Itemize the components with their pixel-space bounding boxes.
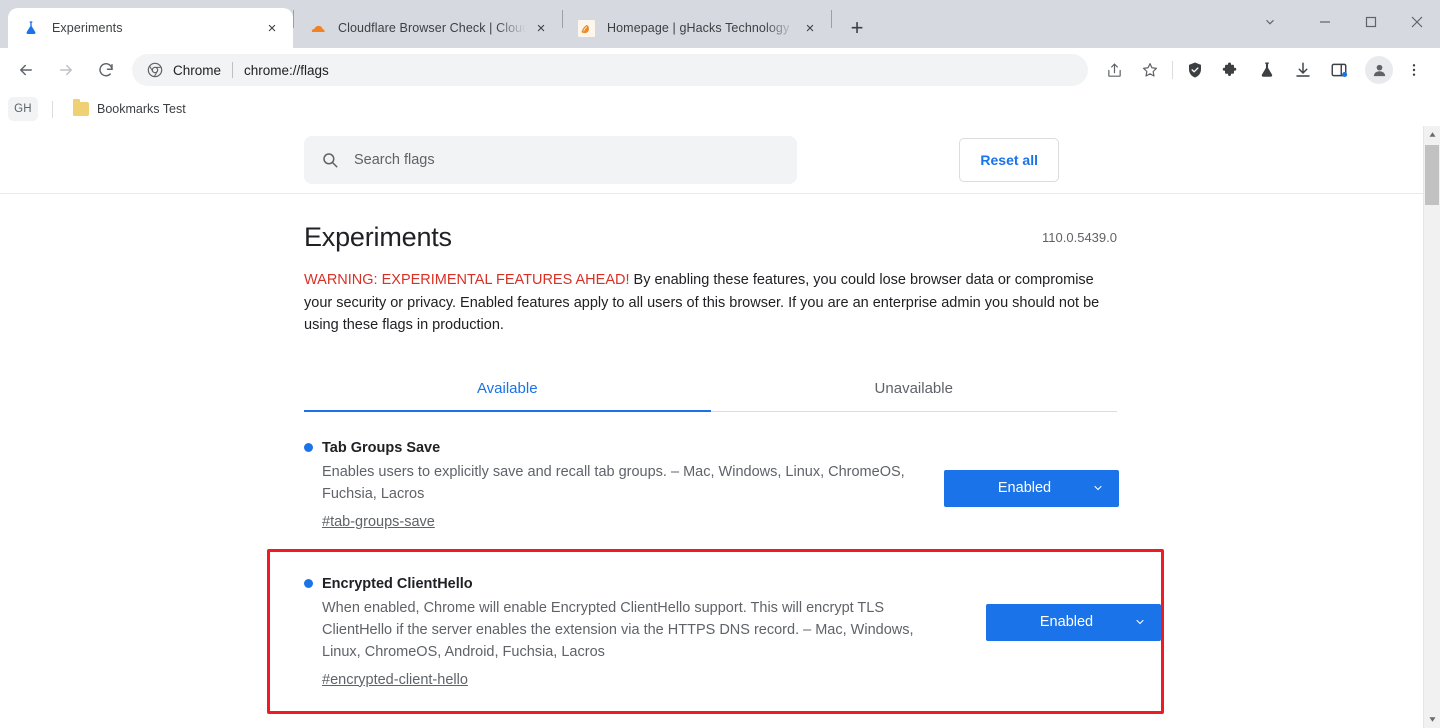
downloads-icon[interactable] — [1288, 55, 1318, 85]
forward-button[interactable] — [49, 53, 83, 87]
reload-button[interactable] — [89, 53, 123, 87]
scrollbar-thumb[interactable] — [1425, 145, 1439, 205]
reset-all-button[interactable]: Reset all — [959, 137, 1059, 182]
toolbar-actions — [1096, 55, 1432, 85]
cloudflare-icon — [308, 19, 326, 37]
chevron-down-icon — [1091, 482, 1105, 494]
chrome-version-label: 110.0.5439.0 — [1042, 230, 1117, 245]
flag-entry-encrypted-client-hello: Encrypted ClientHello When enabled, Chro… — [267, 548, 1164, 714]
tab-title: Experiments — [52, 21, 123, 35]
flag-text-block: Encrypted ClientHello When enabled, Chro… — [304, 576, 944, 689]
flags-body: Experiments 110.0.5439.0 WARNING: EXPERI… — [0, 194, 1423, 714]
browser-toolbar: Chrome chrome://flags — [0, 48, 1440, 92]
chrome-logo-icon — [146, 61, 164, 79]
back-button[interactable] — [9, 53, 43, 87]
scrollbar-up-arrow-icon[interactable] — [1424, 126, 1440, 143]
flag-state-select[interactable]: Enabled — [986, 603, 1161, 641]
flag-state-label: Enabled — [997, 480, 1052, 496]
extensions-puzzle-icon[interactable] — [1216, 55, 1246, 85]
tab-available[interactable]: Available — [304, 367, 711, 412]
browser-window: Experiments × Cloudflare Browser Check |… — [0, 0, 1440, 728]
page-viewport: Reset all Experiments 110.0.5439.0 WARNI… — [0, 126, 1440, 728]
flag-control: Enabled — [944, 440, 1119, 507]
search-flags-box[interactable] — [304, 135, 797, 184]
flags-content-column: Experiments 110.0.5439.0 WARNING: EXPERI… — [267, 194, 1164, 714]
flag-description: When enabled, Chrome will enable Encrypt… — [322, 599, 914, 660]
flag-title-row: Encrypted ClientHello — [304, 576, 944, 592]
window-controls — [1250, 0, 1440, 44]
folder-icon — [73, 99, 89, 116]
flag-state-select[interactable]: Enabled — [944, 469, 1119, 507]
chrome-flags-page: Reset all Experiments 110.0.5439.0 WARNI… — [0, 126, 1423, 728]
flag-description: Enables users to explicitly save and rec… — [322, 463, 905, 502]
minimize-icon[interactable] — [1302, 0, 1348, 44]
tab-title: Homepage | gHacks Technology — [607, 21, 790, 35]
chrome-menu-icon[interactable] — [1399, 55, 1429, 85]
new-tab-button[interactable]: + — [842, 13, 872, 43]
flask-experiments-icon[interactable] — [1252, 55, 1282, 85]
browser-tab-ghacks[interactable]: Homepage | gHacks Technology × — [563, 8, 831, 48]
ghacks-icon — [577, 19, 595, 37]
omnibox-url-text: chrome://flags — [244, 62, 329, 78]
close-window-icon[interactable] — [1394, 0, 1440, 44]
flag-text-block: Tab Groups Save Enables users to explici… — [304, 440, 944, 531]
flag-state-label: Enabled — [1039, 614, 1094, 630]
flag-entry-list: Tab Groups Save Enables users to explici… — [267, 412, 1164, 714]
tab-strip: Experiments × Cloudflare Browser Check |… — [0, 0, 1440, 48]
maximize-icon[interactable] — [1348, 0, 1394, 44]
search-input[interactable] — [354, 151, 781, 168]
flag-name: Encrypted ClientHello — [322, 575, 473, 592]
tab-title: Cloudflare Browser Check | Cloud — [338, 21, 526, 35]
flags-search-row: Reset all — [0, 126, 1423, 194]
bookmark-item-bookmarks-test[interactable]: Bookmarks Test — [65, 96, 194, 122]
flag-control: Enabled — [986, 576, 1161, 641]
bookmark-label: Bookmarks Test — [97, 102, 186, 116]
side-panel-icon[interactable] — [1324, 55, 1354, 85]
toolbar-divider — [1172, 61, 1173, 79]
bookmarks-bar: GH Bookmarks Test — [0, 92, 1440, 126]
flag-title-row: Tab Groups Save — [304, 440, 944, 456]
experimental-warning-text: WARNING: EXPERIMENTAL FEATURES AHEAD! By… — [304, 269, 1109, 337]
bookmark-star-icon[interactable] — [1135, 55, 1165, 85]
chevron-down-icon — [1133, 616, 1147, 628]
omnibox-scheme-label: Chrome — [173, 62, 222, 78]
share-icon[interactable] — [1099, 55, 1129, 85]
flag-anchor-link[interactable]: #encrypted-client-hello — [322, 672, 468, 688]
flag-entry-tab-groups-save: Tab Groups Save Enables users to explici… — [304, 412, 1119, 531]
tab-divider — [831, 9, 832, 28]
scrollbar-down-arrow-icon[interactable] — [1424, 711, 1440, 728]
flag-status-dot-icon — [304, 443, 313, 452]
bookmarks-divider — [52, 100, 53, 118]
flags-tabs: Available Unavailable — [304, 367, 1117, 412]
profile-avatar-icon[interactable] — [1365, 56, 1393, 84]
address-bar[interactable]: Chrome chrome://flags — [132, 54, 1088, 86]
flag-status-dot-icon — [304, 579, 313, 588]
bookmarks-profile-chip[interactable]: GH — [8, 97, 38, 121]
tab-search-chevron-down-icon[interactable] — [1250, 0, 1290, 44]
search-icon — [320, 150, 340, 170]
omnibox-divider — [232, 62, 234, 78]
browser-tab-cloudflare[interactable]: Cloudflare Browser Check | Cloud × — [294, 8, 562, 48]
page-scrollbar[interactable] — [1423, 126, 1440, 728]
experiments-header: Experiments 110.0.5439.0 — [304, 194, 1117, 253]
browser-tab-experiments[interactable]: Experiments × — [8, 8, 293, 48]
flag-anchor-link[interactable]: #tab-groups-save — [322, 514, 435, 530]
page-title: Experiments — [304, 222, 452, 252]
tab-close-button[interactable]: × — [799, 17, 821, 39]
flask-icon — [22, 19, 40, 37]
flag-name: Tab Groups Save — [322, 439, 441, 456]
tab-close-button[interactable]: × — [530, 17, 552, 39]
tab-list: Experiments × Cloudflare Browser Check |… — [8, 0, 872, 48]
shield-check-icon[interactable] — [1180, 55, 1210, 85]
tab-unavailable[interactable]: Unavailable — [711, 367, 1118, 411]
tab-close-button[interactable]: × — [261, 17, 283, 39]
warning-headline: WARNING: EXPERIMENTAL FEATURES AHEAD! — [304, 272, 630, 288]
